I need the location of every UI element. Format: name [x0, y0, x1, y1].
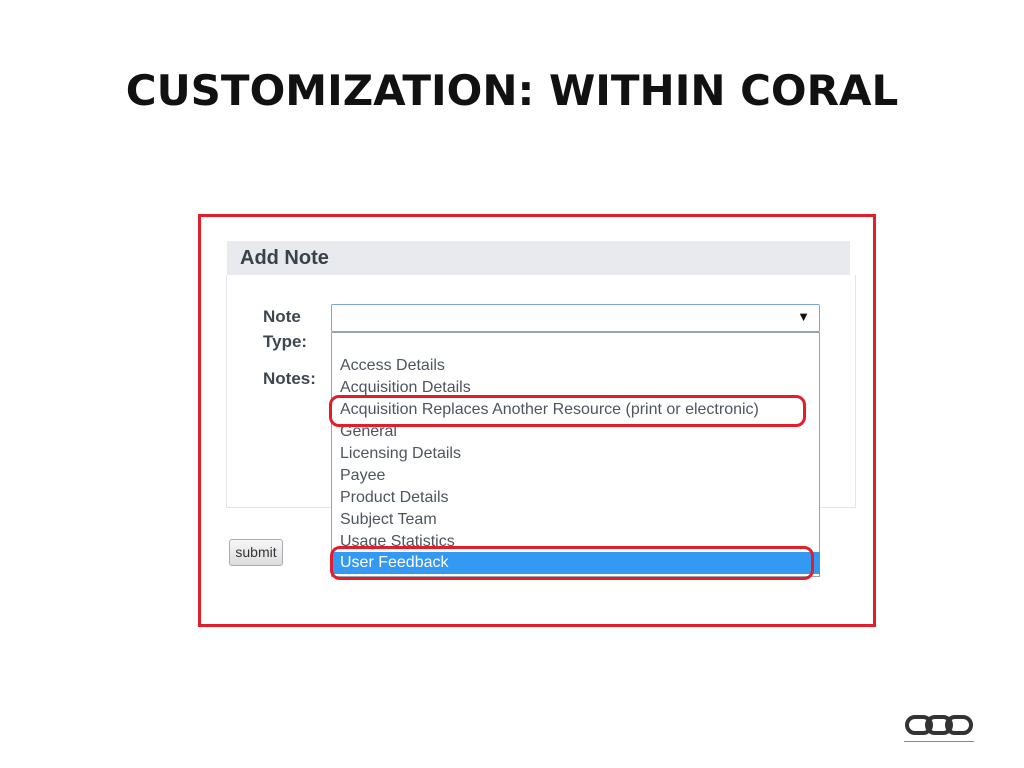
option-subject-team[interactable]: Subject Team [340, 510, 437, 530]
add-note-title: Add Note [240, 247, 329, 269]
notes-label: Notes: [263, 369, 316, 388]
chain-link-icon [905, 715, 973, 735]
note-type-label-line1: Note [263, 307, 301, 326]
note-type-dropdown-list[interactable]: Access Details Acquisition Details Acqui… [331, 332, 820, 577]
note-type-select[interactable]: ▼ [331, 304, 820, 332]
option-payee[interactable]: Payee [340, 466, 385, 486]
highlight-ring-acquisition-replaces [329, 395, 806, 427]
option-access-details[interactable]: Access Details [340, 356, 445, 376]
triangle-down-icon[interactable]: ▼ [797, 309, 810, 324]
logo-underline [904, 741, 974, 742]
note-type-label: Note Type: [263, 304, 307, 354]
highlight-ring-user-feedback [330, 546, 814, 580]
option-product-details[interactable]: Product Details [340, 488, 449, 508]
option-licensing-details[interactable]: Licensing Details [340, 444, 461, 464]
slide-title: CUSTOMIZATION: WITHIN CORAL [125, 66, 899, 115]
note-type-label-line2: Type: [263, 332, 308, 351]
submit-button[interactable]: submit [229, 539, 283, 566]
